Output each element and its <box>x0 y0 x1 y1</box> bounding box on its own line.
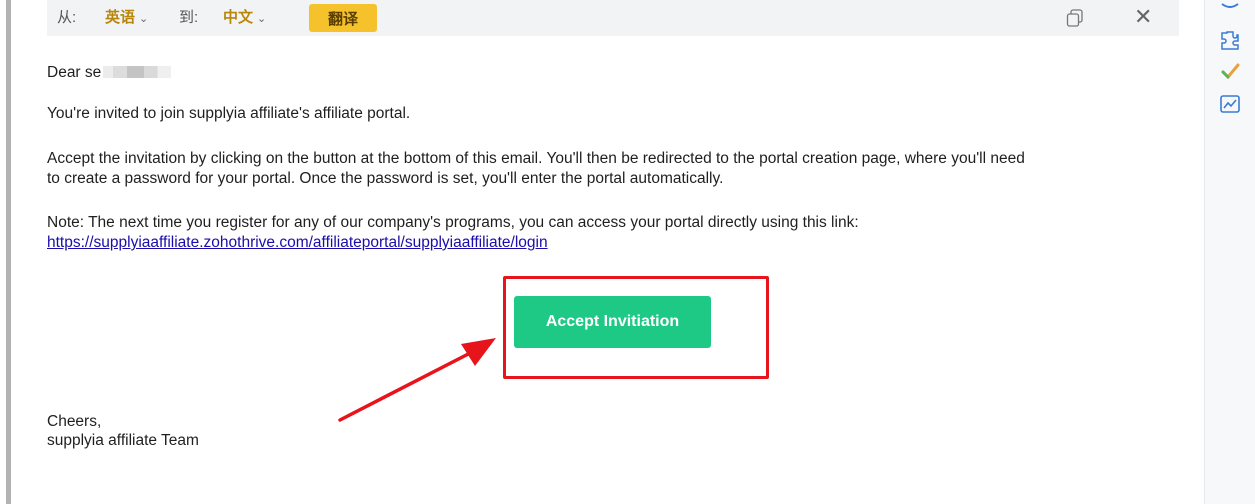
from-label: 从: <box>57 9 77 26</box>
from-language-select[interactable]: 英语 ⌄ <box>105 8 148 29</box>
right-sidebar <box>1204 0 1255 504</box>
note-line: Note: The next time you register for any… <box>47 214 859 231</box>
signoff: Cheers, <box>47 413 102 430</box>
instructions-line-1: Accept the invitation by clicking on the… <box>47 150 1025 167</box>
checkmark-pen-icon[interactable] <box>1219 60 1241 82</box>
translate-button[interactable]: 翻译 <box>309 4 377 32</box>
to-language-select[interactable]: 中文 ⌄ <box>223 8 266 29</box>
partial-rail-icon[interactable] <box>1219 0 1241 22</box>
to-language-value: 中文 <box>223 9 254 26</box>
portal-link-row: https://supplyiaaffiliate.zohothrive.com… <box>47 233 1187 253</box>
from-language-value: 英语 <box>105 9 136 26</box>
greeting: Dear se <box>47 63 1187 83</box>
translate-bar: 从: 英语 ⌄ 到: 中文 ⌄ 翻译 ✕ <box>47 0 1179 36</box>
portal-link[interactable]: https://supplyiaaffiliate.zohothrive.com… <box>47 234 548 251</box>
blurred-name <box>103 66 172 78</box>
chevron-down-icon: ⌄ <box>139 13 149 25</box>
left-edge <box>0 0 14 504</box>
left-scroll-stripe[interactable] <box>6 0 11 504</box>
chevron-down-icon: ⌄ <box>257 13 267 25</box>
close-icon[interactable]: ✕ <box>1134 6 1152 28</box>
team-name: supplyia affiliate Team <box>47 432 199 449</box>
puzzle-icon[interactable] <box>1219 29 1241 51</box>
chart-icon[interactable] <box>1219 93 1241 115</box>
copy-icon[interactable] <box>1066 9 1084 27</box>
accept-invitation-button[interactable]: Accept Invitiation <box>514 296 711 348</box>
greeting-text: Dear se <box>47 64 102 81</box>
instructions-line-2: to create a password for your portal. On… <box>47 170 724 187</box>
to-label: 到: <box>179 9 199 26</box>
invite-line: You're invited to join supplyia affiliat… <box>47 105 411 122</box>
